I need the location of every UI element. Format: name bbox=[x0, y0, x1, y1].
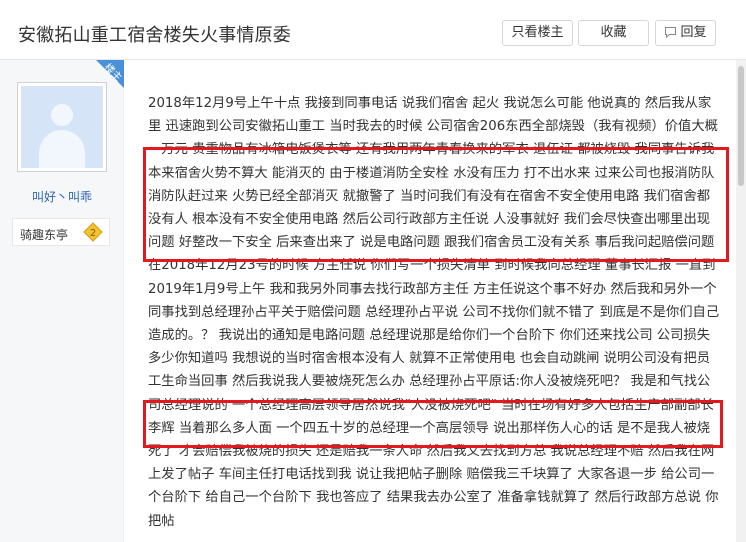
post-body: 2018年12月9号上午十点 我接到同事电话 说我们宿舍 起火 我说怎么可能 他… bbox=[148, 96, 720, 529]
owner-only-button[interactable]: 只看楼主 bbox=[502, 20, 573, 46]
thread-header: 安徽拓山重工宿舍楼失火事情原委 只看楼主 收藏 回复 bbox=[0, 0, 746, 60]
badge-level: 2 bbox=[90, 228, 96, 239]
scroll-thumb[interactable] bbox=[738, 66, 744, 186]
user-badge[interactable]: 骑趣东亭 2 bbox=[12, 218, 110, 246]
scrollbar[interactable] bbox=[736, 60, 746, 542]
favorite-button[interactable]: 收藏 bbox=[578, 20, 649, 46]
thread-title: 安徽拓山重工宿舍楼失火事情原委 bbox=[18, 25, 291, 46]
author-username[interactable]: 叫好丶叫乖 bbox=[0, 188, 124, 205]
badge-label: 骑趣东亭 bbox=[20, 228, 69, 242]
author-sidebar: 叫好丶叫乖 骑趣东亭 2 bbox=[0, 60, 124, 542]
reply-button-label: 回复 bbox=[680, 25, 707, 40]
avatar[interactable] bbox=[17, 82, 107, 172]
speech-bubble-icon bbox=[664, 23, 677, 47]
default-avatar-icon bbox=[21, 86, 103, 168]
medal-icon: 2 bbox=[83, 222, 103, 242]
reply-button[interactable]: 回复 bbox=[655, 20, 716, 46]
